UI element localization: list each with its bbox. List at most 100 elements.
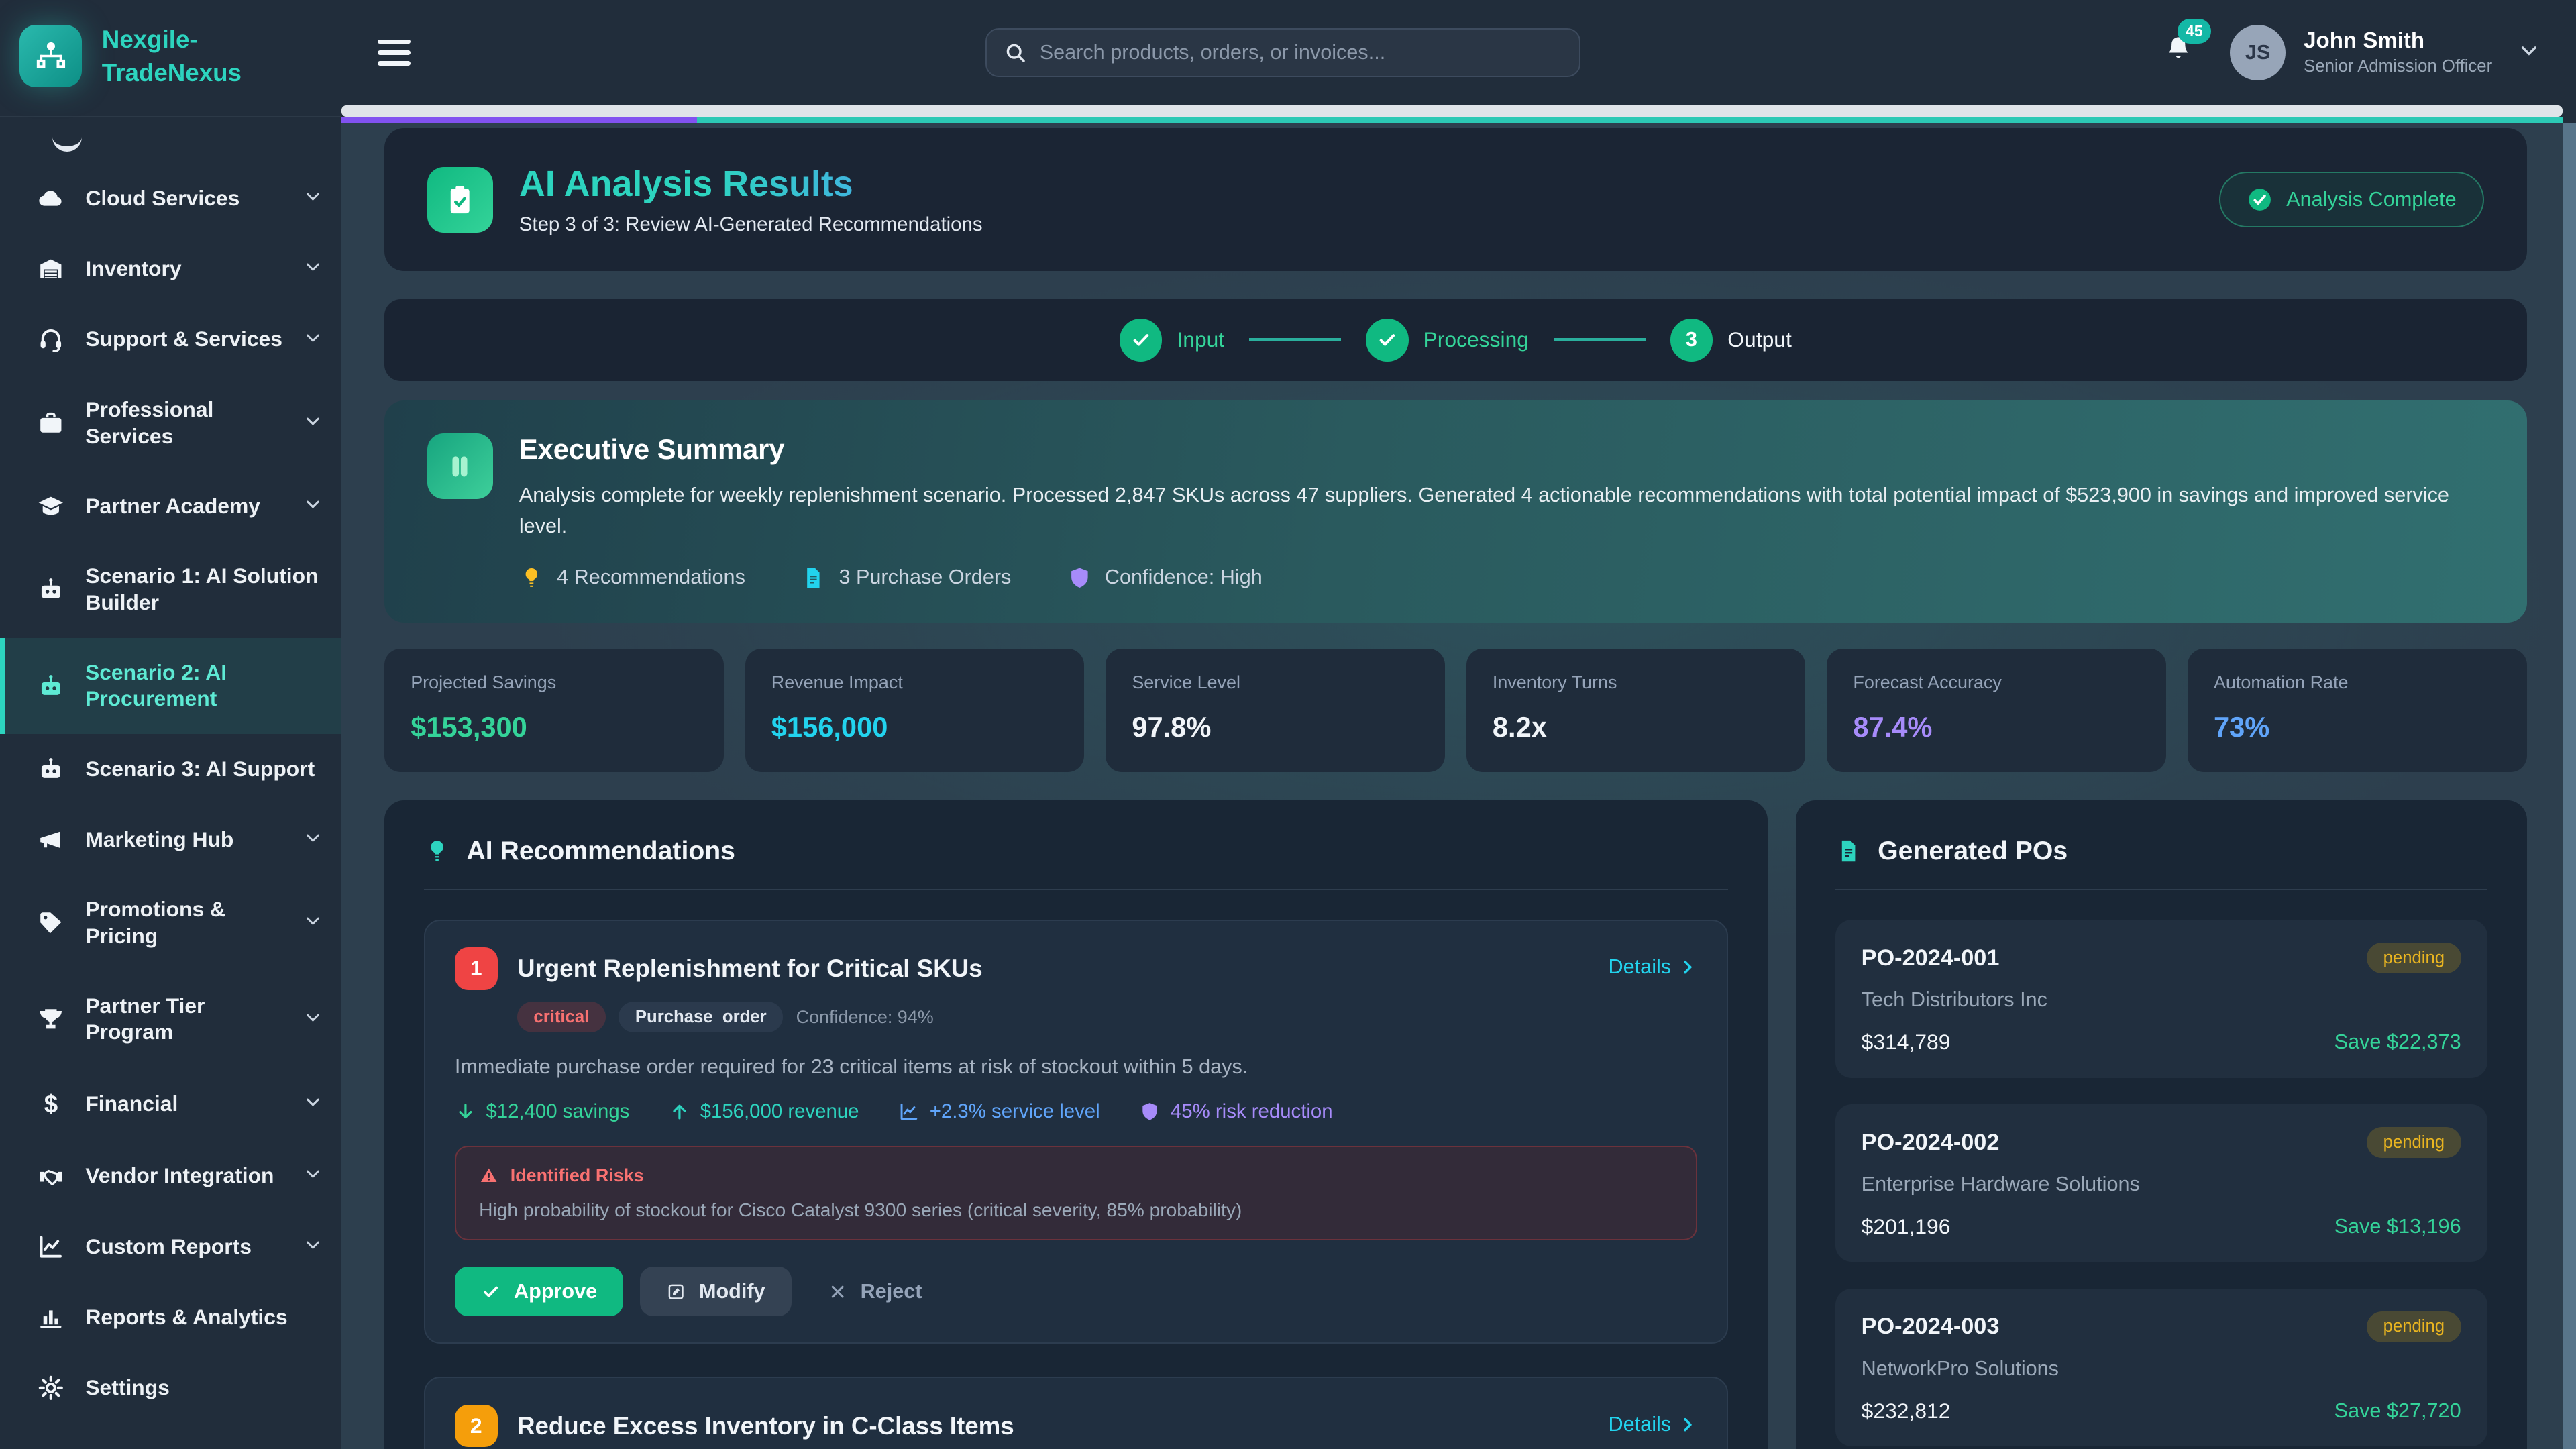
warning-triangle-icon xyxy=(479,1166,498,1185)
sidebar-item-scenario-3[interactable]: Scenario 3: AI Support xyxy=(0,734,341,804)
page-content: AI Analysis Results Step 3 of 3: Review … xyxy=(341,123,2576,1449)
step-check-icon xyxy=(1120,319,1163,362)
recommendation-badges: critical Purchase_order Confidence: 94% xyxy=(517,1002,1697,1032)
metric-forecast-accuracy: Forecast Accuracy 87.4% xyxy=(1827,649,2166,772)
briefcase-icon xyxy=(36,409,66,437)
reject-button[interactable]: Reject xyxy=(808,1267,942,1316)
sidebar-item-label: Scenario 1: AI Solution Builder xyxy=(85,563,322,616)
user-info[interactable]: John Smith Senior Admission Officer xyxy=(2304,28,2492,76)
chevron-down-icon[interactable] xyxy=(2518,38,2540,67)
chevron-down-icon xyxy=(304,910,322,936)
sidebar-item-label: Inventory xyxy=(85,256,284,282)
panel-title: AI Recommendations xyxy=(466,837,735,866)
chevron-right-icon xyxy=(1678,1415,1697,1434)
approve-button[interactable]: Approve xyxy=(455,1267,623,1316)
step-output: 3 Output xyxy=(1670,319,1792,362)
sidebar-item-label: Partner Tier Program xyxy=(85,993,284,1046)
vertical-scrollbar[interactable] xyxy=(2563,123,2576,1449)
executive-summary-card: Executive Summary Analysis complete for … xyxy=(384,400,2526,623)
po-card-1[interactable]: PO-2024-001 pending Tech Distributors In… xyxy=(1835,920,2487,1078)
file-invoice-icon xyxy=(801,566,826,590)
sidebar-item-inventory[interactable]: Inventory xyxy=(0,233,341,304)
impact-savings: $12,400 savings xyxy=(455,1100,629,1123)
sidebar-item-promotions-pricing[interactable]: Promotions & Pricing xyxy=(0,875,341,971)
robot-icon xyxy=(36,576,66,604)
step-number: 3 xyxy=(1670,319,1713,362)
arrow-down-icon xyxy=(455,1101,476,1122)
sidebar-item-support-services[interactable]: Support & Services xyxy=(0,305,341,375)
stat-recommendations: 4 Recommendations xyxy=(519,566,745,590)
recommendation-card-2: 2 Reduce Excess Inventory in C-Class Ite… xyxy=(424,1377,1729,1449)
po-id: PO-2024-003 xyxy=(1862,1313,2000,1340)
avatar[interactable]: JS xyxy=(2230,25,2286,80)
sidebar-item-partner-tier-program[interactable]: Partner Tier Program xyxy=(0,971,341,1067)
sidebar: Nexgile-TradeNexus Cloud Services Invent… xyxy=(0,0,341,1449)
sitemap-logo-icon xyxy=(19,25,82,87)
chevron-down-icon xyxy=(304,826,322,853)
sidebar-item-professional-services[interactable]: Professional Services xyxy=(0,375,341,471)
recommendation-actions: Approve Modify Reject xyxy=(455,1267,1697,1316)
chevron-down-icon xyxy=(304,1091,322,1118)
scrolled-item-partial[interactable] xyxy=(0,121,341,164)
po-supplier: NetworkPro Solutions xyxy=(1862,1357,2461,1381)
recommendation-title: Urgent Replenishment for Critical SKUs xyxy=(517,947,1609,990)
brand-header[interactable]: Nexgile-TradeNexus xyxy=(0,0,341,117)
robot-icon xyxy=(36,755,66,784)
sidebar-item-reports-analytics[interactable]: Reports & Analytics xyxy=(0,1282,341,1352)
po-id: PO-2024-001 xyxy=(1862,945,2000,971)
sidebar-item-scenario-1[interactable]: Scenario 1: AI Solution Builder xyxy=(0,542,341,638)
handshake-icon xyxy=(36,1163,66,1191)
sidebar-item-marketing-hub[interactable]: Marketing Hub xyxy=(0,804,341,875)
notifications-button[interactable]: 45 xyxy=(2163,34,2194,72)
arrow-up-icon xyxy=(669,1101,690,1122)
risks-title-row: Identified Risks xyxy=(479,1165,1673,1186)
po-status-badge: pending xyxy=(2367,943,2461,973)
sidebar-item-label: Financial xyxy=(85,1091,284,1118)
wizard-progress-bar xyxy=(341,117,2563,123)
chart-line-icon xyxy=(36,1233,66,1261)
details-link[interactable]: Details xyxy=(1609,1413,1698,1436)
risk-description: High probability of stockout for Cisco C… xyxy=(479,1199,1673,1221)
horizontal-scrollbar[interactable] xyxy=(341,105,2563,117)
po-amount: $201,196 xyxy=(1862,1214,1951,1239)
sidebar-item-scenario-2[interactable]: Scenario 2: AI Procurement xyxy=(0,638,341,734)
sidebar-item-vendor-integration[interactable]: Vendor Integration xyxy=(0,1141,341,1212)
sidebar-item-label: Partner Academy xyxy=(85,493,284,520)
hamburger-menu-icon[interactable] xyxy=(378,40,411,66)
step-label: Processing xyxy=(1424,327,1529,352)
po-card-2[interactable]: PO-2024-002 pending Enterprise Hardware … xyxy=(1835,1104,2487,1263)
dollar-icon: $ xyxy=(36,1089,66,1120)
brain-icon xyxy=(427,433,493,499)
check-icon xyxy=(481,1282,500,1301)
kpi-metrics-row: Projected Savings $153,300 Revenue Impac… xyxy=(384,649,2526,772)
metric-service-level: Service Level 97.8% xyxy=(1106,649,1445,772)
sidebar-item-label: Scenario 2: AI Procurement xyxy=(85,659,322,713)
po-savings: Save $22,373 xyxy=(2334,1030,2461,1054)
sidebar-item-label: Marketing Hub xyxy=(85,826,284,853)
user-name: John Smith xyxy=(2304,28,2492,54)
tags-icon xyxy=(36,909,66,937)
recommendations-header: AI Recommendations xyxy=(424,837,1729,890)
sidebar-item-cloud-services[interactable]: Cloud Services xyxy=(0,163,341,233)
clipboard-check-icon xyxy=(427,167,493,233)
metric-revenue-impact: Revenue Impact $156,000 xyxy=(745,649,1085,772)
modify-button[interactable]: Modify xyxy=(640,1267,792,1316)
po-supplier: Tech Distributors Inc xyxy=(1862,988,2461,1012)
sidebar-item-label: Cloud Services xyxy=(85,185,284,212)
step-check-icon xyxy=(1366,319,1409,362)
search-input[interactable] xyxy=(1040,41,1563,64)
chevron-down-icon xyxy=(304,326,322,353)
sidebar-item-label: Professional Services xyxy=(85,396,284,450)
sidebar-item-financial[interactable]: $ Financial xyxy=(0,1067,341,1141)
sidebar-item-settings[interactable]: Settings xyxy=(0,1353,341,1424)
sidebar-item-custom-reports[interactable]: Custom Reports xyxy=(0,1212,341,1282)
chevron-down-icon xyxy=(304,493,322,520)
generated-pos-header: Generated POs xyxy=(1835,837,2487,890)
robot-icon xyxy=(36,672,66,700)
po-card-3[interactable]: PO-2024-003 pending NetworkPro Solutions… xyxy=(1835,1289,2487,1447)
recommendation-title-row: 1 Urgent Replenishment for Critical SKUs… xyxy=(455,947,1697,990)
sidebar-item-partner-academy[interactable]: Partner Academy xyxy=(0,471,341,541)
ai-recommendations-panel: AI Recommendations 1 Urgent Replenishmen… xyxy=(384,800,1768,1449)
sidebar-nav: Cloud Services Inventory Support & Servi… xyxy=(0,117,341,1449)
details-link[interactable]: Details xyxy=(1609,955,1698,979)
